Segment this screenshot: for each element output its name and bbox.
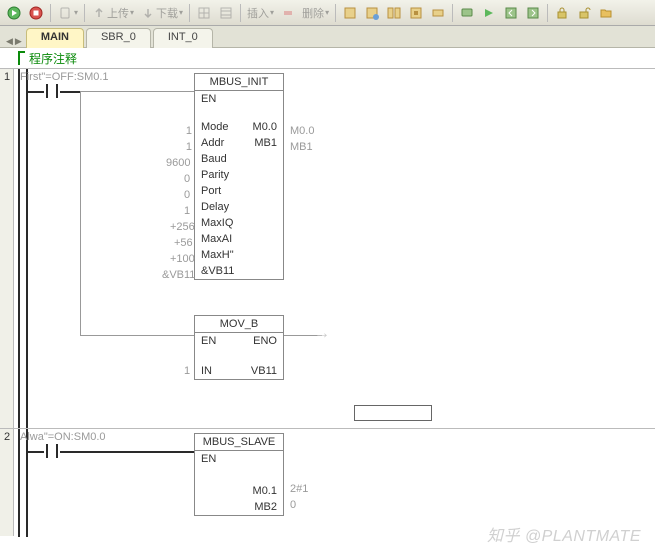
- out-val: 2#1: [290, 483, 308, 495]
- out-val: MB1: [290, 141, 313, 153]
- attach-button[interactable]: ▾: [55, 3, 80, 23]
- step-button[interactable]: [479, 3, 499, 23]
- program-comment: 程序注释: [0, 48, 655, 68]
- delete-rung-button[interactable]: [278, 3, 298, 23]
- network-number: 1: [2, 71, 12, 83]
- compile2-button[interactable]: [216, 3, 236, 23]
- eno-arrow-icon: →: [314, 325, 330, 343]
- stop-button[interactable]: [26, 3, 46, 23]
- tab-int0[interactable]: INT_0: [153, 28, 213, 48]
- tab-sbr0[interactable]: SBR_0: [86, 28, 151, 48]
- contact-label: Alwa"=ON:SM0.0: [20, 431, 106, 443]
- network-1[interactable]: 1 First"=OFF:SM0.1 MBUS_INIT EN ModeM0.0…: [0, 68, 655, 428]
- out-val: 0: [290, 499, 296, 511]
- selection-rect[interactable]: [354, 405, 432, 421]
- block-mov-b[interactable]: MOV_B ENENO INVB11: [194, 315, 284, 380]
- contact-sm01[interactable]: [44, 84, 60, 98]
- lock-button[interactable]: [552, 3, 572, 23]
- in-val: 0: [184, 189, 190, 201]
- in-val: +256: [170, 221, 195, 233]
- folder-button[interactable]: [596, 3, 616, 23]
- run-button[interactable]: [4, 3, 24, 23]
- in-val: +56: [174, 237, 193, 249]
- tool-e-button[interactable]: [428, 3, 448, 23]
- tool-a-button[interactable]: [340, 3, 360, 23]
- in-val: 1: [184, 205, 190, 217]
- network-2[interactable]: 2 Alwa"=ON:SM0.0 MBUS_SLAVE EN M0.1 MB2 …: [0, 428, 655, 536]
- tool-c-button[interactable]: [384, 3, 404, 23]
- nav-next-button[interactable]: [523, 3, 543, 23]
- in-val: +100: [170, 253, 195, 265]
- block-mbus-init[interactable]: MBUS_INIT EN ModeM0.0 AddrMB1 Baud Parit…: [194, 73, 284, 280]
- tabbar: ◀▶ MAIN SBR_0 INT_0: [0, 26, 655, 48]
- unlock-button[interactable]: [574, 3, 594, 23]
- upload-button[interactable]: 上传▾: [89, 3, 136, 23]
- in-val: &VB11: [162, 269, 195, 281]
- tool-d-button[interactable]: [406, 3, 426, 23]
- in-val: 9600: [166, 157, 190, 169]
- tab-main[interactable]: MAIN: [26, 28, 84, 48]
- ladder-area: 1 First"=OFF:SM0.1 MBUS_INIT EN ModeM0.0…: [0, 68, 655, 536]
- tab-scroll[interactable]: ◀▶: [6, 36, 22, 47]
- monitor-button[interactable]: [457, 3, 477, 23]
- in-val: 0: [184, 173, 190, 185]
- network-number: 2: [2, 431, 12, 443]
- in-val: 1: [184, 141, 192, 153]
- compile1-button[interactable]: [194, 3, 214, 23]
- nav-prev-button[interactable]: [501, 3, 521, 23]
- in-val: 1: [184, 125, 192, 137]
- movb-in-val: 1: [184, 365, 190, 377]
- insert-button[interactable]: 插入▾: [245, 3, 276, 23]
- block-mbus-slave[interactable]: MBUS_SLAVE EN M0.1 MB2: [194, 433, 284, 516]
- tool-b-button[interactable]: [362, 3, 382, 23]
- toolbar: ▾ 上传▾ 下载▾ 插入▾ 删除▾: [0, 0, 655, 26]
- contact-sm00[interactable]: [44, 444, 60, 458]
- download-button[interactable]: 下载▾: [138, 3, 185, 23]
- delete-button[interactable]: 删除▾: [300, 3, 331, 23]
- out-val: M0.0: [290, 125, 314, 137]
- contact-label: First"=OFF:SM0.1: [20, 71, 109, 83]
